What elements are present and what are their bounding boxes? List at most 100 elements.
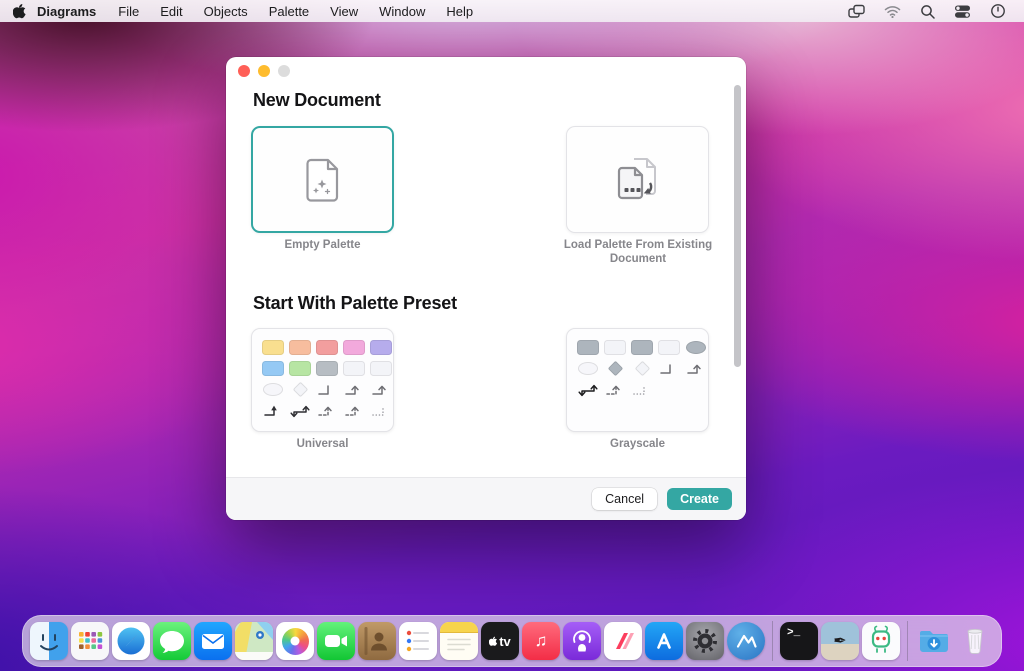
preset-grayscale-card[interactable] [566,328,709,432]
palette-swatch-diamond-fill [604,361,626,376]
zoom-button [278,65,290,77]
palette-swatch-elbow-dashed [343,403,365,418]
dock-image-editor-icon[interactable]: ✒ [821,622,859,660]
palette-swatch-elbow-arrow [343,382,365,397]
palette-swatch-rect [577,340,599,355]
dock-terminal-icon[interactable]: >_ [780,622,818,660]
palette-swatch-rect [316,340,338,355]
palette-swatch-diamond [631,361,653,376]
empty-palette-label: Empty Palette [251,238,394,252]
palette-swatch-rect [316,361,338,376]
dialog-title: New Document [253,90,381,111]
dock-diagrams-robot-icon[interactable] [862,622,900,660]
palette-swatch-rect [658,340,680,355]
cancel-button[interactable]: Cancel [592,488,657,510]
palette-swatch-elbow-arrow [685,361,707,376]
menu-help[interactable]: Help [446,4,473,19]
dock-contacts-icon[interactable] [358,622,396,660]
palette-swatch-elbow-double [289,403,311,418]
dock-blue-mountain-app-icon[interactable] [727,622,765,660]
dock-photos-icon[interactable] [276,622,314,660]
dock-messages-icon[interactable] [153,622,191,660]
preset-universal-label: Universal [251,438,394,450]
traffic-lights [238,65,290,77]
load-palette-card[interactable] [566,126,709,233]
minimize-button[interactable] [258,65,270,77]
dock-reminders-icon[interactable] [399,622,437,660]
dock-trash-icon[interactable] [956,622,994,660]
menu-window[interactable]: Window [379,4,425,19]
universal-swatch-grid [252,329,393,429]
create-button[interactable]: Create [667,488,732,510]
menubar-status [848,3,1024,19]
dock-notes-icon[interactable] [440,622,478,660]
dock-mail-icon[interactable] [194,622,232,660]
palette-swatch-ellipse [577,361,599,376]
preset-universal-card[interactable] [251,328,394,432]
close-button[interactable] [238,65,250,77]
load-palette-label: Load Palette From Existing Document [553,238,723,267]
dock-separator [772,621,773,661]
menu-edit[interactable]: Edit [160,4,182,19]
palette-swatch-rect [289,340,311,355]
dock: tv♫ >_✒ [22,615,1002,667]
dock-launchpad-icon[interactable] [71,622,109,660]
apple-logo-icon [13,4,27,19]
menu-view[interactable]: View [330,4,358,19]
menu-file[interactable]: File [118,4,139,19]
dock-music-icon[interactable]: ♫ [522,622,560,660]
palette-swatch-rect [343,340,365,355]
palette-swatch-rect [262,340,284,355]
palette-swatch-ellipse [262,382,284,397]
palette-swatch-elbow-dashed [604,382,626,397]
load-document-icon [613,155,663,205]
dock-facetime-icon[interactable] [317,622,355,660]
dock-system-preferences-icon[interactable] [686,622,724,660]
dock-finder-icon[interactable] [30,622,68,660]
palette-swatch-elbow [658,361,680,376]
apple-menu[interactable] [13,4,27,19]
dialog-scrollbar[interactable] [734,85,741,367]
palette-swatch-rect [631,340,653,355]
dock-maps-icon[interactable] [235,622,273,660]
palette-swatch-rect [289,361,311,376]
dock-safari-icon[interactable] [112,622,150,660]
new-document-dialog: New Document Empty Palette Load Palette … [226,57,746,520]
preset-grayscale-label: Grayscale [566,438,709,450]
dialog-footer: Cancel Create [226,477,746,520]
palette-swatch-rect [604,340,626,355]
grayscale-swatch-grid [567,329,708,408]
wifi-icon[interactable] [884,5,901,18]
palette-swatch-rect [262,361,284,376]
menubar: Diagrams File Edit Objects Palette View Windo… [0,0,1024,22]
control-center-icon[interactable] [954,4,971,19]
dock-podcasts-icon[interactable] [563,622,601,660]
menubar-menus: File Edit Objects Palette View Window Help [118,4,473,19]
new-document-icon [301,155,345,205]
palette-swatch-rect [343,361,365,376]
display-windows-icon[interactable] [848,4,865,19]
palette-swatch-rect [370,361,392,376]
palette-swatch-dotted [370,403,392,418]
palette-swatch-elbow-arrow-filled [262,403,284,418]
dock-appletv-icon[interactable]: tv [481,622,519,660]
dock-appstore-icon[interactable] [645,622,683,660]
clock-icon[interactable] [990,3,1006,19]
palette-swatch-ellipse-fill [685,340,707,355]
palette-swatch-elbow [316,382,338,397]
palette-swatch-elbow-double [577,382,599,397]
empty-palette-card[interactable] [251,126,394,233]
palette-swatch-elbow-dashed [316,403,338,418]
palette-swatch-dotted [631,382,653,397]
menubar-app-name[interactable]: Diagrams [37,4,96,19]
search-icon[interactable] [920,4,935,19]
palette-swatch-elbow-arrow [370,382,392,397]
palette-swatch-diamond [289,382,311,397]
preset-section-title: Start With Palette Preset [253,293,457,314]
palette-swatch-rect [370,340,392,355]
dock-news-icon[interactable] [604,622,642,660]
dock-downloads-folder-icon[interactable] [915,622,953,660]
menu-palette[interactable]: Palette [269,4,309,19]
menu-objects[interactable]: Objects [204,4,248,19]
dock-separator [907,621,908,661]
